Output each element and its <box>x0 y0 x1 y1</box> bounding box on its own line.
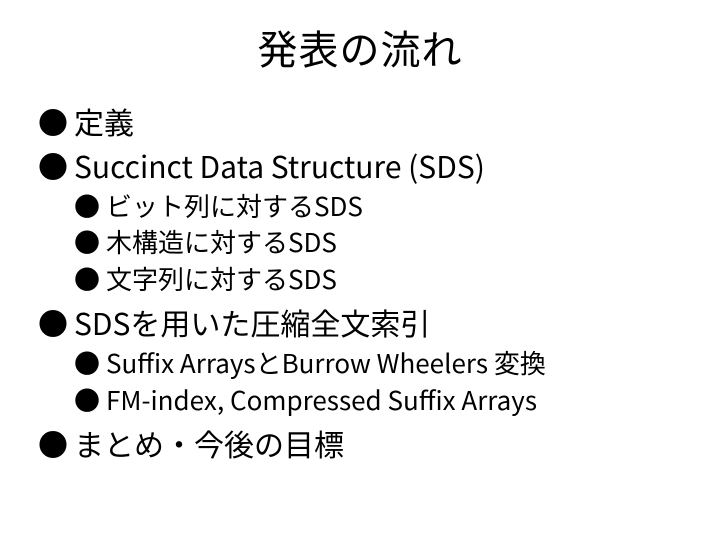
slide: 発表の流れ ●定義 ●Succinct Data Structure (SDS)… <box>0 0 720 540</box>
bullet-icon: ● <box>74 223 100 260</box>
list-item: ●まとめ・今後の目標 <box>38 422 690 464</box>
item-text: 文字列に対するSDS <box>106 260 337 297</box>
list-item: ●木構造に対するSDS <box>74 224 690 260</box>
list-item: ●ビット列に対するSDS <box>74 188 690 224</box>
bullet-icon: ● <box>74 260 100 297</box>
item-text: まとめ・今後の目標 <box>74 421 344 465</box>
list-item: ●FM-index, Compressed Suffix Arrays <box>74 382 690 418</box>
sublist: ●ビット列に対するSDS ●木構造に対するSDS ●文字列に対するSDS <box>38 188 690 297</box>
bullet-icon: ● <box>74 187 100 224</box>
bullet-icon: ● <box>38 143 68 187</box>
item-text: FM-index, Compressed Suffix Arrays <box>106 381 537 418</box>
list-item: ●定義 <box>38 100 690 142</box>
outline-list: ●定義 ●Succinct Data Structure (SDS) ●ビット列… <box>30 100 690 464</box>
item-text: SDSを用いた圧縮全文索引 <box>74 300 430 344</box>
list-item: ●文字列に対するSDS <box>74 261 690 297</box>
bullet-icon: ● <box>38 300 68 344</box>
item-text: 定義 <box>74 99 134 143</box>
bullet-icon: ● <box>38 99 68 143</box>
item-text: Suffix ArraysとBurrow Wheelers 変換 <box>106 344 546 381</box>
list-item: ●Suffix ArraysとBurrow Wheelers 変換 <box>74 345 690 381</box>
sublist: ●Suffix ArraysとBurrow Wheelers 変換 ●FM-in… <box>38 345 690 418</box>
bullet-icon: ● <box>74 344 100 381</box>
item-text: ビット列に対するSDS <box>106 187 363 224</box>
bullet-icon: ● <box>74 381 100 418</box>
item-text: 木構造に対するSDS <box>106 223 337 260</box>
list-item: ●SDSを用いた圧縮全文索引 ●Suffix ArraysとBurrow Whe… <box>38 301 690 418</box>
list-item: ●Succinct Data Structure (SDS) ●ビット列に対する… <box>38 144 690 297</box>
item-text: Succinct Data Structure (SDS) <box>74 143 485 187</box>
bullet-icon: ● <box>38 421 68 465</box>
slide-title: 発表の流れ <box>30 18 690 76</box>
